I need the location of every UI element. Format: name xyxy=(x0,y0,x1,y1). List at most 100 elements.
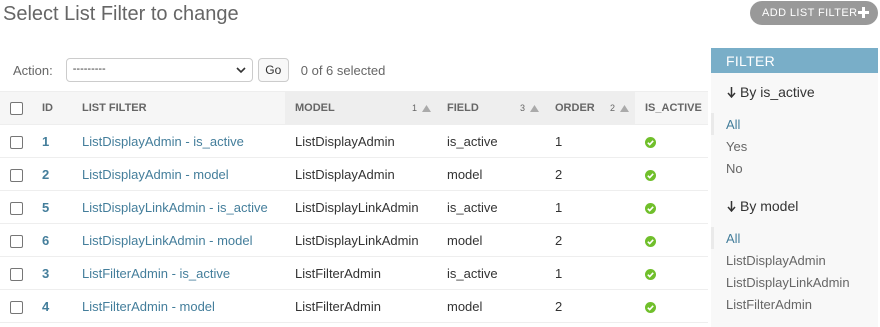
row-checkbox[interactable] xyxy=(10,300,23,314)
filter-section-label: By is_active xyxy=(740,84,815,100)
filter-option[interactable]: ListDisplayLinkAdmin xyxy=(711,271,878,293)
table-row: 4 ListFilterAdmin - model ListFilterAdmin m… xyxy=(0,289,708,323)
column-header-list-filter[interactable]: LIST FILTER xyxy=(72,91,285,125)
sort-priority: 2 xyxy=(609,103,615,113)
add-list-filter-button[interactable]: ADD LIST FILTER xyxy=(750,1,878,25)
column-header-order[interactable]: ORDER 2 xyxy=(545,91,635,125)
list-filter-cell: ListDisplayLinkAdmin - model xyxy=(72,223,285,257)
id-cell: 6 xyxy=(32,223,72,257)
order-cell: 2 xyxy=(545,223,635,257)
column-header-id[interactable]: ID xyxy=(32,91,72,125)
row-checkbox[interactable] xyxy=(10,135,23,149)
filter-option[interactable]: No xyxy=(711,157,878,179)
row-select-cell xyxy=(0,157,32,191)
id-cell: 1 xyxy=(32,124,72,158)
list-filter-link[interactable]: ListDisplayLinkAdmin - model xyxy=(82,233,253,248)
column-header-field[interactable]: FIELD 3 xyxy=(437,91,545,125)
filter-option-list: All Yes No xyxy=(711,113,878,179)
filter-section-label: By model xyxy=(740,198,799,214)
column-header-is-active[interactable]: IS_ACTIVE xyxy=(635,91,708,125)
column-header-label: ORDER xyxy=(555,102,595,114)
column-header-label: FIELD xyxy=(447,102,479,114)
list-filter-cell: ListDisplayLinkAdmin - is_active xyxy=(72,190,285,224)
row-select-cell xyxy=(0,289,32,323)
order-cell: 1 xyxy=(545,256,635,290)
column-header-label: MODEL xyxy=(295,102,335,114)
filter-option[interactable]: ListDisplayAdmin xyxy=(711,249,878,271)
go-button[interactable]: Go xyxy=(257,58,289,82)
sort-indicator[interactable]: 2 xyxy=(610,103,629,113)
field-cell: is_active xyxy=(437,256,545,290)
select-all-checkbox[interactable] xyxy=(10,101,23,115)
id-link[interactable]: 1 xyxy=(42,134,49,149)
filter-option-list: All ListDisplayAdmin ListDisplayLinkAdmin L… xyxy=(711,227,878,315)
filter-option[interactable]: All xyxy=(711,113,878,135)
check-circle-icon xyxy=(645,136,656,148)
model-cell: ListFilterAdmin xyxy=(285,289,437,323)
table-header-row: ID LIST FILTER MODEL 1 FIELD 3 ORDER 2 I… xyxy=(0,91,708,125)
id-link[interactable]: 4 xyxy=(42,299,49,314)
add-list-filter-label: ADD LIST FILTER xyxy=(762,7,858,19)
sort-indicator[interactable]: 3 xyxy=(520,103,539,113)
check-circle-icon xyxy=(645,202,656,214)
filter-section-title: By is_active xyxy=(727,84,815,100)
table-row: 2 ListDisplayAdmin - model ListDisplayAdmi… xyxy=(0,157,708,191)
filter-heading: FILTER xyxy=(711,48,878,73)
action-label: Action: xyxy=(13,62,53,78)
action-select[interactable]: --------- xyxy=(65,58,253,82)
table-row: 1 ListDisplayAdmin - is_active ListDisplay… xyxy=(0,124,708,158)
list-filter-link[interactable]: ListFilterAdmin - is_active xyxy=(82,266,230,281)
field-cell: model xyxy=(437,223,545,257)
table-row: 5 ListDisplayLinkAdmin - is_active ListDis… xyxy=(0,190,708,224)
list-filter-link[interactable]: ListDisplayAdmin - is_active xyxy=(82,134,244,149)
list-filter-link[interactable]: ListDisplayLinkAdmin - is_active xyxy=(82,200,268,215)
model-cell: ListFilterAdmin xyxy=(285,256,437,290)
table-row: 3 ListFilterAdmin - is_active ListFilterAd… xyxy=(0,256,708,290)
sort-ascending-icon xyxy=(530,104,539,112)
filter-option[interactable]: Yes xyxy=(711,135,878,157)
id-link[interactable]: 3 xyxy=(42,266,49,281)
model-cell: ListDisplayAdmin xyxy=(285,157,437,191)
column-header-model[interactable]: MODEL 1 xyxy=(285,91,437,125)
list-filter-link[interactable]: ListDisplayAdmin - model xyxy=(82,167,229,182)
select-all-header xyxy=(0,91,32,125)
list-filter-link[interactable]: ListFilterAdmin - model xyxy=(82,299,215,314)
id-link[interactable]: 5 xyxy=(42,200,49,215)
arrow-down-icon xyxy=(727,200,736,212)
is-active-cell xyxy=(635,190,708,224)
sort-indicator[interactable]: 1 xyxy=(412,103,431,113)
sort-priority: 3 xyxy=(519,103,525,113)
list-filter-cell: ListFilterAdmin - model xyxy=(72,289,285,323)
filter-option[interactable]: All xyxy=(711,227,878,249)
field-cell: is_active xyxy=(437,124,545,158)
is-active-cell xyxy=(635,124,708,158)
row-checkbox[interactable] xyxy=(10,168,23,182)
is-active-cell xyxy=(635,256,708,290)
field-cell: model xyxy=(437,157,545,191)
check-circle-icon xyxy=(645,268,656,280)
chevron-down-icon xyxy=(236,67,246,74)
row-select-cell xyxy=(0,124,32,158)
is-active-cell xyxy=(635,289,708,323)
filter-panel: FILTER By is_active All Yes No By model All Li… xyxy=(711,48,878,327)
field-cell: is_active xyxy=(437,190,545,224)
actions-bar: Action: --------- Go 0 of 6 selected xyxy=(0,50,708,90)
page-title: Select List Filter to change xyxy=(3,3,239,25)
row-checkbox[interactable] xyxy=(10,234,23,248)
row-checkbox[interactable] xyxy=(10,267,23,281)
results-table: ID LIST FILTER MODEL 1 FIELD 3 ORDER 2 I… xyxy=(0,91,708,323)
id-cell: 4 xyxy=(32,289,72,323)
order-cell: 2 xyxy=(545,157,635,191)
row-select-cell xyxy=(0,190,32,224)
order-cell: 2 xyxy=(545,289,635,323)
filter-option[interactable]: ListFilterAdmin xyxy=(711,293,878,315)
id-link[interactable]: 6 xyxy=(42,233,49,248)
check-circle-icon xyxy=(645,169,656,181)
row-checkbox[interactable] xyxy=(10,201,23,215)
order-cell: 1 xyxy=(545,124,635,158)
arrow-down-icon xyxy=(727,86,736,98)
id-link[interactable]: 2 xyxy=(42,167,49,182)
field-cell: model xyxy=(437,289,545,323)
id-cell: 3 xyxy=(32,256,72,290)
row-select-cell xyxy=(0,256,32,290)
